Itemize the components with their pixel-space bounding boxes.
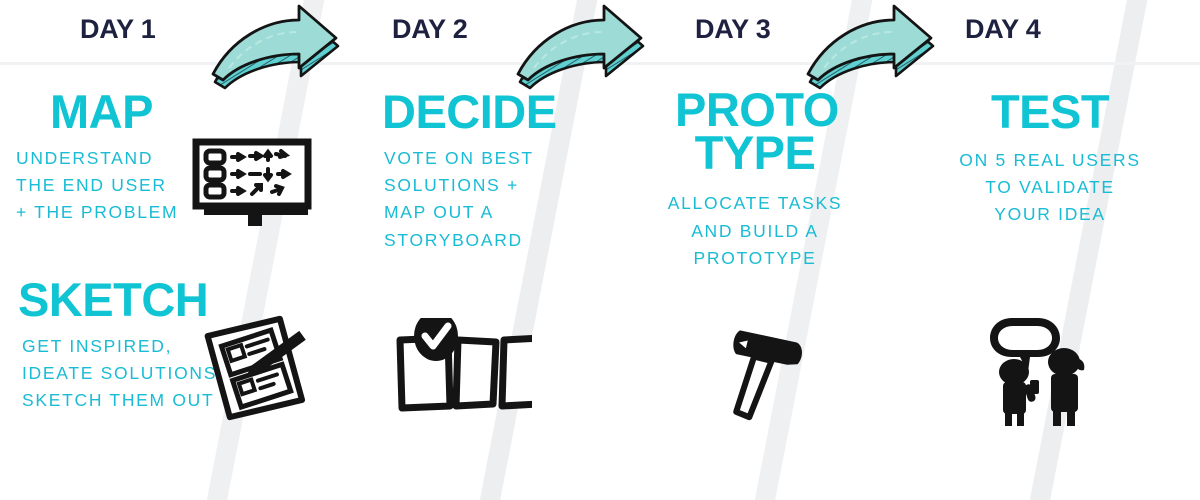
- day-label-4: DAY 4: [965, 14, 1041, 44]
- phase-title-prototype: PROTO TYPE: [675, 83, 839, 180]
- phase-title-map: MAP: [50, 85, 153, 138]
- phase-sketch: SKETCH GET INSPIRED, IDEATE SOLUTIONS SK…: [18, 273, 215, 411]
- phase-map: MAP UNDERSTAND THE END USER + THE PROBLE…: [16, 85, 212, 223]
- phase-body-prototype: ALLOCATE TASKS AND BUILD A PROTOTYPE: [667, 193, 843, 268]
- hammer-icon: [698, 322, 818, 432]
- day-label-3: DAY 3: [695, 14, 771, 44]
- phase-body-decide: VOTE ON BEST SOLUTIONS + MAP OUT A STORY…: [384, 148, 534, 250]
- phase-title-decide: DECIDE: [382, 85, 557, 138]
- phase-decide: DECIDE VOTE ON BEST SOLUTIONS + MAP OUT …: [382, 85, 557, 250]
- day-label-2: DAY 2: [392, 14, 468, 44]
- phase-title-sketch: SKETCH: [18, 273, 209, 326]
- design-sprint-infographic: DAY 1 MAP UNDERSTAND THE END USER + THE …: [0, 0, 1200, 500]
- phase-prototype: PROTO TYPE ALLOCATE TASKS AND BUILD A PR…: [668, 83, 841, 268]
- voting-cards-check-icon: [392, 311, 546, 433]
- phase-body-test: ON 5 REAL USERS TO VALIDATE YOUR IDEA: [959, 150, 1141, 225]
- day-label-1: DAY 1: [80, 14, 156, 44]
- phase-title-test: TEST: [990, 85, 1110, 138]
- day-column-4: DAY 4 TEST ON 5 REAL USERS TO VALIDATE Y…: [900, 0, 1200, 500]
- phase-test: TEST ON 5 REAL USERS TO VALIDATE YOUR ID…: [928, 85, 1172, 225]
- phase-body-map: UNDERSTAND THE END USER + THE PROBLEM: [16, 148, 179, 223]
- two-people-speech-bubble-icon: [982, 310, 1112, 433]
- phase-body-sketch: GET INSPIRED, IDEATE SOLUTIONS SKETCH TH…: [22, 336, 218, 411]
